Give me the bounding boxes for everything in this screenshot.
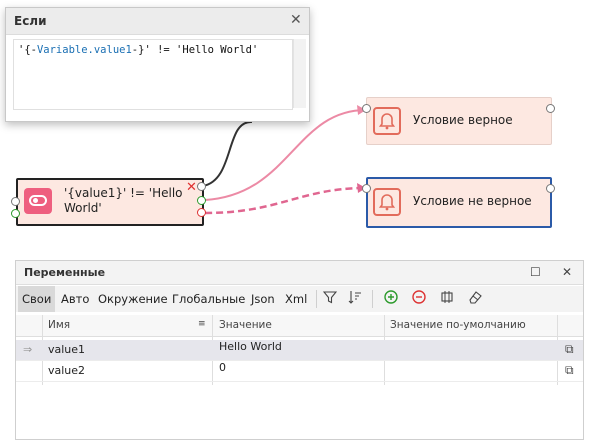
tab-own[interactable]: Свои: [18, 286, 56, 312]
editor-scrollbar[interactable]: [293, 39, 306, 108]
close-icon[interactable]: ✕: [562, 265, 572, 279]
true-branch-node[interactable]: Условие верное: [366, 97, 552, 145]
condition-popup-title: Если: [14, 14, 47, 28]
sort-icon[interactable]: ≡: [198, 319, 206, 329]
tab-json[interactable]: Json: [247, 286, 279, 312]
condition-popup-header: Если ✕: [6, 8, 309, 35]
false-branch-node[interactable]: Условие не верное: [366, 177, 552, 228]
code-suffix: -}' != 'Hello World': [131, 44, 259, 56]
tab-environment[interactable]: Окружение: [94, 286, 172, 312]
table-row[interactable]: ⇒ value1 Hello World ⧉: [16, 340, 583, 361]
false-node-output-port[interactable]: [546, 184, 555, 193]
condition-editor-popup: Если ✕ '{-Variable.value1-}' != 'Hello W…: [5, 7, 310, 122]
tab-global[interactable]: Глобальные: [168, 286, 249, 312]
variables-panel-header: Переменные ☐ ✕: [16, 261, 583, 285]
filter-icon[interactable]: [321, 290, 339, 308]
true-node-input-port[interactable]: [362, 104, 371, 113]
copy-icon[interactable]: ⧉: [565, 363, 574, 378]
variable-value[interactable]: 0: [219, 361, 226, 374]
clear-icon[interactable]: [438, 290, 456, 308]
variables-grid-header: Имя ≡ Значение Значение по-умолчанию: [16, 315, 583, 337]
code-prefix: '{-: [18, 44, 37, 56]
variable-name: value1: [48, 343, 86, 356]
if-node[interactable]: '{value1}' != 'Hello World' ✕: [16, 178, 204, 226]
row-indicator-icon: ⇒: [23, 343, 33, 356]
add-icon[interactable]: [382, 290, 400, 308]
delete-icon[interactable]: ✕: [186, 180, 197, 195]
if-node-input-port[interactable]: [11, 197, 20, 206]
remove-icon[interactable]: [410, 290, 428, 308]
true-node-label: Условие верное: [413, 113, 513, 127]
code-variable: Variable.value1: [36, 44, 132, 56]
if-node-label-line2: World': [64, 201, 102, 215]
true-node-output-port[interactable]: [546, 104, 555, 113]
toolbar-separator: [316, 290, 317, 308]
tab-auto[interactable]: Авто: [57, 286, 93, 312]
bell-icon: [373, 188, 401, 216]
if-node-output-true[interactable]: [11, 209, 20, 218]
table-row[interactable]: value2 0 ⧉: [16, 361, 583, 382]
copy-icon[interactable]: ⧉: [565, 342, 574, 357]
false-node-label: Условие не верное: [413, 194, 532, 208]
bell-icon: [373, 107, 401, 135]
column-header-name[interactable]: Имя: [48, 319, 70, 331]
if-node-output-right-true[interactable]: [197, 196, 206, 205]
toggle-icon: [24, 188, 52, 214]
if-node-output-false[interactable]: [197, 208, 206, 217]
condition-code-editor[interactable]: '{-Variable.value1-}' != 'Hello World': [13, 39, 293, 110]
column-header-value[interactable]: Значение: [219, 319, 272, 331]
if-node-output-top[interactable]: [197, 182, 206, 191]
link-false: [204, 186, 367, 215]
variable-name: value2: [48, 364, 86, 377]
column-header-default[interactable]: Значение по-умолчанию: [390, 319, 526, 331]
link-to-popup: [202, 120, 253, 187]
if-node-label-line1: '{value1}' != 'Hello: [64, 186, 183, 200]
link-true: [204, 109, 367, 201]
eraser-icon[interactable]: [466, 290, 484, 308]
toolbar-separator: [372, 290, 373, 308]
close-icon[interactable]: ✕: [290, 12, 302, 28]
sort-icon[interactable]: [346, 290, 364, 308]
false-node-input-port[interactable]: [362, 184, 371, 193]
variables-toolbar: Свои Авто Окружение Глобальные Json Xml: [16, 286, 583, 312]
variable-value[interactable]: Hello World: [219, 340, 282, 353]
if-node-label: '{value1}' != 'Hello World': [64, 186, 183, 216]
maximize-icon[interactable]: ☐: [530, 265, 541, 279]
variables-panel: Переменные ☐ ✕ Свои Авто Окружение Глоба…: [15, 260, 584, 440]
condition-code: '{-Variable.value1-}' != 'Hello World': [18, 43, 282, 57]
variables-panel-title: Переменные: [24, 266, 106, 279]
tab-xml[interactable]: Xml: [281, 286, 311, 312]
